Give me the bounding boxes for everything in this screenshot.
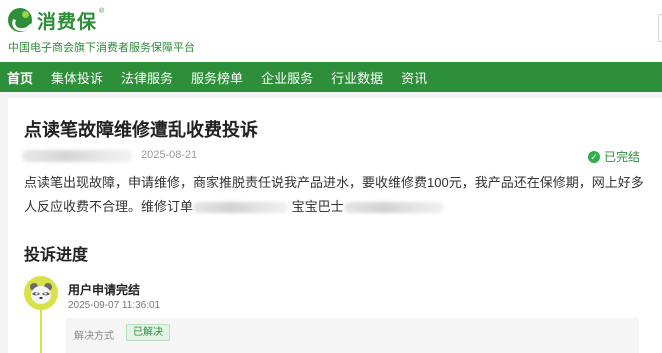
site-header: 消费保 ® 中国电子商会旗下消费者服务保障平台 — [0, 0, 662, 62]
brand-name: 消费保 — [37, 11, 98, 33]
brand-tagline: 中国电子商会旗下消费者服务保障平台 — [8, 42, 195, 54]
complaint-description: 点读笔出现故障，申请维修，商家推脱责任说我产品进水，要收维修费100元，我产品还… — [24, 171, 644, 219]
complaint-card: 点读笔故障维修遭乱收费投诉 2025-08-21 ✓ 已完结 点读笔出现故障，申… — [8, 98, 662, 353]
registered-mark: ® — [99, 8, 105, 15]
nav-item-service-rankings[interactable]: 服务榜单 — [191, 68, 243, 87]
resolution-label: 解决方式 — [74, 331, 114, 342]
nav-item-news[interactable]: 资讯 — [401, 68, 427, 87]
complaint-date: 2025-08-21 — [141, 149, 198, 161]
step-title: 用户申请完结 — [68, 283, 141, 297]
nav-item-home[interactable]: 首页 — [7, 68, 33, 87]
status-label: 已完结 — [603, 150, 640, 164]
brand-logo-icon — [8, 8, 32, 32]
nav-item-collective-complaint[interactable]: 集体投诉 — [51, 68, 103, 87]
progress-section-title: 投诉进度 — [24, 247, 89, 264]
timeline-connector — [40, 310, 42, 353]
resolution-status-badge: 已解决 — [126, 324, 170, 341]
status-badge: ✓ 已完结 — [587, 148, 640, 165]
raccoon-avatar-icon — [24, 276, 58, 310]
nav-item-industry-data[interactable]: 行业数据 — [331, 68, 383, 87]
header-side-widget[interactable] — [658, 14, 662, 42]
check-circle-icon: ✓ — [587, 150, 600, 163]
step-timestamp: 2025-09-07 11:36:01 — [68, 300, 161, 311]
nav-item-enterprise-services[interactable]: 企业服务 — [261, 68, 313, 87]
redacted-text — [343, 202, 444, 214]
complaint-title: 点读笔故障维修遭乱收费投诉 — [24, 120, 258, 140]
brand-logo[interactable]: 消费保 ® — [8, 6, 104, 34]
redacted-username — [22, 150, 132, 162]
redacted-order-number — [193, 202, 289, 214]
nav-item-legal-services[interactable]: 法律服务 — [121, 68, 173, 87]
description-text-2: 宝宝巴士 — [291, 199, 344, 214]
main-nav: 首页 集体投诉 法律服务 服务榜单 企业服务 行业数据 资讯 — [0, 62, 662, 92]
resolution-box: 解决方式 已解决 — [66, 318, 639, 353]
